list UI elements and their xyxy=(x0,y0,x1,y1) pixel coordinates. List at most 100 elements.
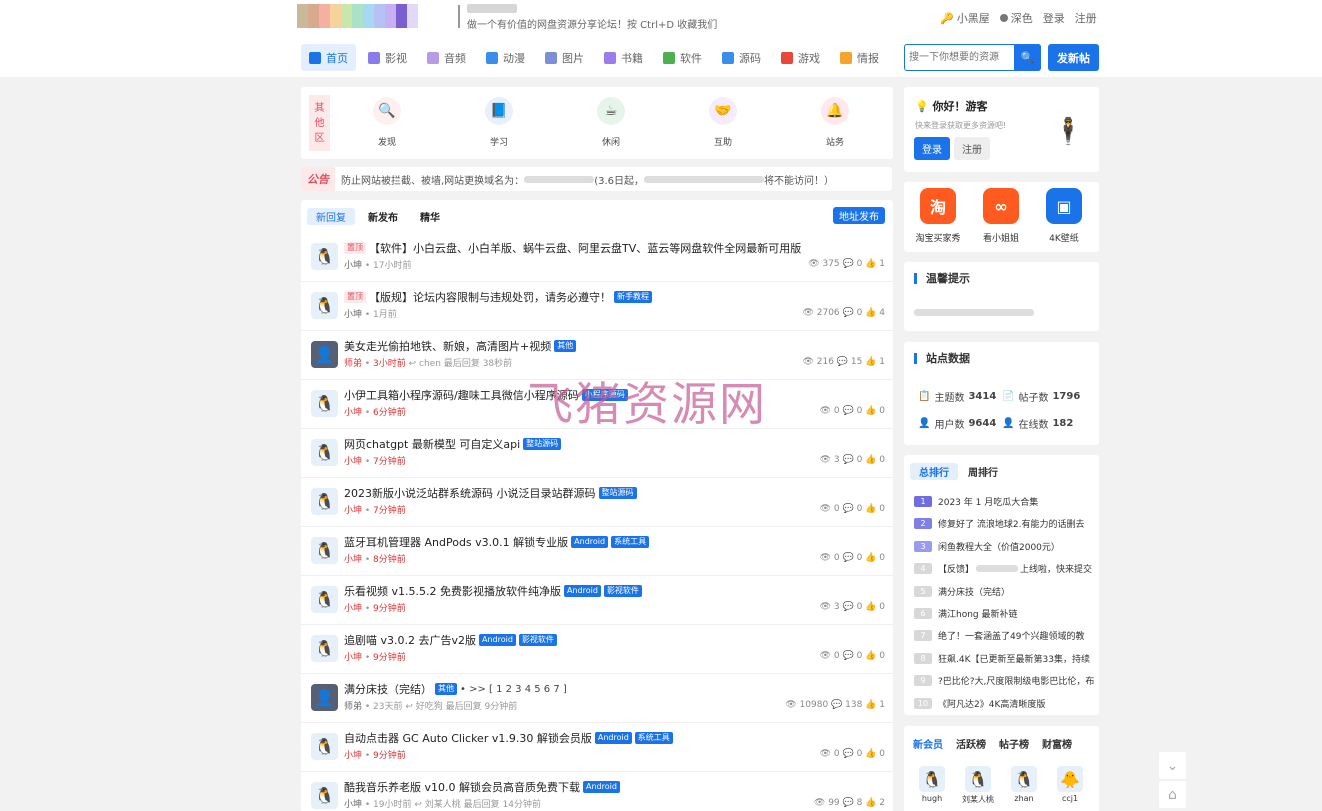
member-tab-1[interactable]: 活跃榜 xyxy=(956,736,986,751)
thread-author[interactable]: 小坤 xyxy=(344,310,362,320)
rank-item[interactable]: 3 闲鱼教程大全（价值2000元） xyxy=(914,540,1060,553)
thread-tag[interactable]: Android xyxy=(564,585,601,597)
rank-item[interactable]: 7 绝了！一套涵盖了49个兴趣领域的教 xyxy=(914,629,1084,642)
thread-tag[interactable]: 系统工具 xyxy=(634,732,673,744)
nav-item-8[interactable]: 游戏 xyxy=(773,44,828,71)
thread-title[interactable]: 美女走光偷拍地铁、新娘，高清图片+视频 xyxy=(344,338,551,354)
member-item[interactable]: 🐧 hugh xyxy=(912,766,952,803)
member-tab-3[interactable]: 财富榜 xyxy=(1042,736,1072,751)
nav-item-2[interactable]: 音频 xyxy=(419,44,474,71)
nav-item-9[interactable]: 情报 xyxy=(832,44,887,71)
thread-author[interactable]: 小坤 xyxy=(344,653,362,663)
member-item[interactable]: 🐧 刘某人桃 xyxy=(958,766,998,805)
avatar[interactable]: 🐧 xyxy=(311,733,338,760)
address-publish-button[interactable]: 地址发布 xyxy=(833,207,885,224)
site-logo[interactable] xyxy=(297,4,418,28)
category-2[interactable]: ☕ 休闲 xyxy=(591,97,631,148)
thread-author[interactable]: 小坤 xyxy=(344,506,362,516)
avatar[interactable]: 🐧 xyxy=(311,243,338,270)
scroll-down-button[interactable]: ⌄ xyxy=(1159,752,1186,779)
new-post-button[interactable]: 发新帖 xyxy=(1048,44,1099,71)
avatar[interactable]: 🐧 xyxy=(311,292,338,319)
rank-item[interactable]: 9 ?巴比伦?大,尺度限制级电影巴比伦，布 xyxy=(914,674,1094,687)
member-item[interactable]: 🐥 ccj1 xyxy=(1050,766,1090,803)
thread-author[interactable]: 小坤 xyxy=(344,408,362,418)
thread-author[interactable]: 小坤 xyxy=(344,261,362,271)
avatar[interactable]: 🐧 xyxy=(311,390,338,417)
thread-row[interactable]: 🐧 网页chatgpt 最新模型 可自定义api 整站源码 小坤 • 7分钟前 👁 3 … xyxy=(301,429,893,478)
rank-item[interactable]: 10 《阿凡达2》4K高清晰度版 xyxy=(914,697,1045,710)
thread-row[interactable]: 🐧 蓝牙耳机管理器 AndPods v3.0.1 解锁专业版 Android 系统工具… xyxy=(301,527,893,576)
thread-tag[interactable]: 整站源码 xyxy=(598,487,637,499)
thread-title[interactable]: 网页chatgpt 最新模型 可自定义api xyxy=(344,436,520,452)
member-tab-2[interactable]: 帖子榜 xyxy=(999,736,1029,751)
thread-title[interactable]: 蓝牙耳机管理器 AndPods v3.0.1 解锁专业版 xyxy=(344,534,568,550)
avatar[interactable]: 👤 xyxy=(311,684,338,711)
thread-title[interactable]: 自动点击器 GC Auto Clicker v1.9.30 解锁会员版 xyxy=(344,730,592,746)
thread-author[interactable]: 小坤 xyxy=(344,751,362,761)
thread-tag[interactable]: Android xyxy=(594,732,632,744)
avatar[interactable]: 🐧 xyxy=(311,537,338,564)
thread-title[interactable]: 【软件】小白云盘、小白羊版、蜗牛云盘、阿里云盘TV、蓝云等网盘软件全网最新可用版 xyxy=(369,240,801,256)
thread-title[interactable]: 2023新版小说泛站群系统源码 小说泛目录站群源码 xyxy=(344,485,596,501)
thread-title[interactable]: 乐看视频 v1.5.5.2 免费影视播放软件纯净版 xyxy=(344,583,561,599)
thread-row[interactable]: 🐧 酷我音乐养老版 v10.0 解锁会员高音质免费下载 Android 小坤 • 19… xyxy=(301,772,893,811)
tab-new-posts[interactable]: 新发布 xyxy=(359,208,407,225)
rank-item[interactable]: 8 狂飙.4K【已更新至最新第33集，持续 xyxy=(914,652,1090,665)
thread-row[interactable]: 🐧 追剧喵 v3.0.2 去广告v2版 Android 影视软件 小坤 • 9分钟前 👁 … xyxy=(301,625,893,674)
app-shortcut-0[interactable]: 淘淘宝买家秀 xyxy=(908,188,968,244)
nav-item-6[interactable]: 软件 xyxy=(655,44,710,71)
thread-title[interactable]: 追剧喵 v3.0.2 去广告v2版 xyxy=(344,632,476,648)
category-3[interactable]: 🤝 互助 xyxy=(703,97,743,148)
thread-tag[interactable]: 系统工具 xyxy=(611,536,650,548)
thread-title[interactable]: 满分床技（完结） xyxy=(344,681,432,697)
rank-item[interactable]: 5 满分床技（完结） xyxy=(914,585,1010,598)
thread-tag[interactable]: Android xyxy=(479,634,516,646)
last-replier[interactable]: 好吃狗 xyxy=(416,702,443,712)
thread-tag[interactable]: 影视软件 xyxy=(518,634,557,646)
avatar[interactable]: 👤 xyxy=(311,341,338,368)
app-shortcut-1[interactable]: ∞ 看小姐姐 xyxy=(971,188,1031,244)
home-float-button[interactable]: ⌂ xyxy=(1159,781,1186,808)
nav-item-1[interactable]: 影视 xyxy=(360,44,415,71)
nav-item-4[interactable]: 图片 xyxy=(537,44,592,71)
last-replier[interactable]: 刘某人桃 xyxy=(425,800,461,810)
thread-tag[interactable]: 影视软件 xyxy=(603,585,642,597)
rank-item[interactable]: 2 修复好了 流浪地球2.有能力的话删去 xyxy=(914,517,1084,530)
search-input[interactable] xyxy=(905,45,1015,70)
thread-author[interactable]: 小坤 xyxy=(344,555,362,565)
thread-author[interactable]: 师弟 xyxy=(344,359,362,369)
avatar[interactable]: 🐧 xyxy=(311,586,338,613)
thread-tag[interactable]: 其他 xyxy=(554,340,577,352)
nav-item-7[interactable]: 源码 xyxy=(714,44,769,71)
thread-row[interactable]: 🐧 置顶 【软件】小白云盘、小白羊版、蜗牛云盘、阿里云盘TV、蓝云等网盘软件全网最新… xyxy=(301,233,893,282)
thread-row[interactable]: 🐧 2023新版小说泛站群系统源码 小说泛目录站群源码 整站源码 小坤 • 7分钟前 👁… xyxy=(301,478,893,527)
category-1[interactable]: 📘 学习 xyxy=(479,97,519,148)
register-link[interactable]: 注册 xyxy=(1075,10,1097,26)
category-0[interactable]: 🔍 发现 xyxy=(367,97,407,148)
rank-item[interactable]: 1 2023 年 1 月吃瓜大合集 xyxy=(914,495,1038,508)
thread-tag[interactable]: Android xyxy=(571,536,609,548)
thread-author[interactable]: 小坤 xyxy=(344,800,362,810)
thread-tag[interactable]: 其他 xyxy=(435,683,457,695)
dark-mode-toggle[interactable]: 深色 xyxy=(999,10,1033,26)
last-replier[interactable]: chen xyxy=(419,359,441,369)
tab-featured[interactable]: 精华 xyxy=(411,208,449,225)
thread-author[interactable]: 师弟 xyxy=(344,702,362,712)
thread-author[interactable]: 小坤 xyxy=(344,604,362,614)
thread-row[interactable]: 🐧 自动点击器 GC Auto Clicker v1.9.30 解锁会员版 Andr… xyxy=(301,723,893,772)
login-link[interactable]: 登录 xyxy=(1043,10,1065,26)
search-button[interactable]: 🔍 xyxy=(1014,44,1041,71)
page-links[interactable]: • >> [ 1 2 3 4 5 6 7 ] xyxy=(460,684,567,695)
member-item[interactable]: 🐧 zhan xyxy=(1004,766,1044,803)
nav-item-3[interactable]: 动漫 xyxy=(478,44,533,71)
avatar[interactable]: 🐧 xyxy=(311,635,338,662)
thread-tag[interactable]: Android xyxy=(583,781,620,793)
rank-item[interactable]: 4 【反馈】 上线啦，快来提交 xyxy=(914,562,1092,575)
rank-item[interactable]: 6 满江hong 最新补链 xyxy=(914,607,1018,620)
nav-item-0[interactable]: 首页 xyxy=(301,44,356,71)
thread-title[interactable]: 【版规】论坛内容限制与违规处罚，请务必遵守！ xyxy=(369,289,611,305)
thread-author[interactable]: 小坤 xyxy=(344,457,362,467)
avatar[interactable]: 🐧 xyxy=(311,782,338,809)
member-tab-0[interactable]: 新会员 xyxy=(913,736,943,751)
